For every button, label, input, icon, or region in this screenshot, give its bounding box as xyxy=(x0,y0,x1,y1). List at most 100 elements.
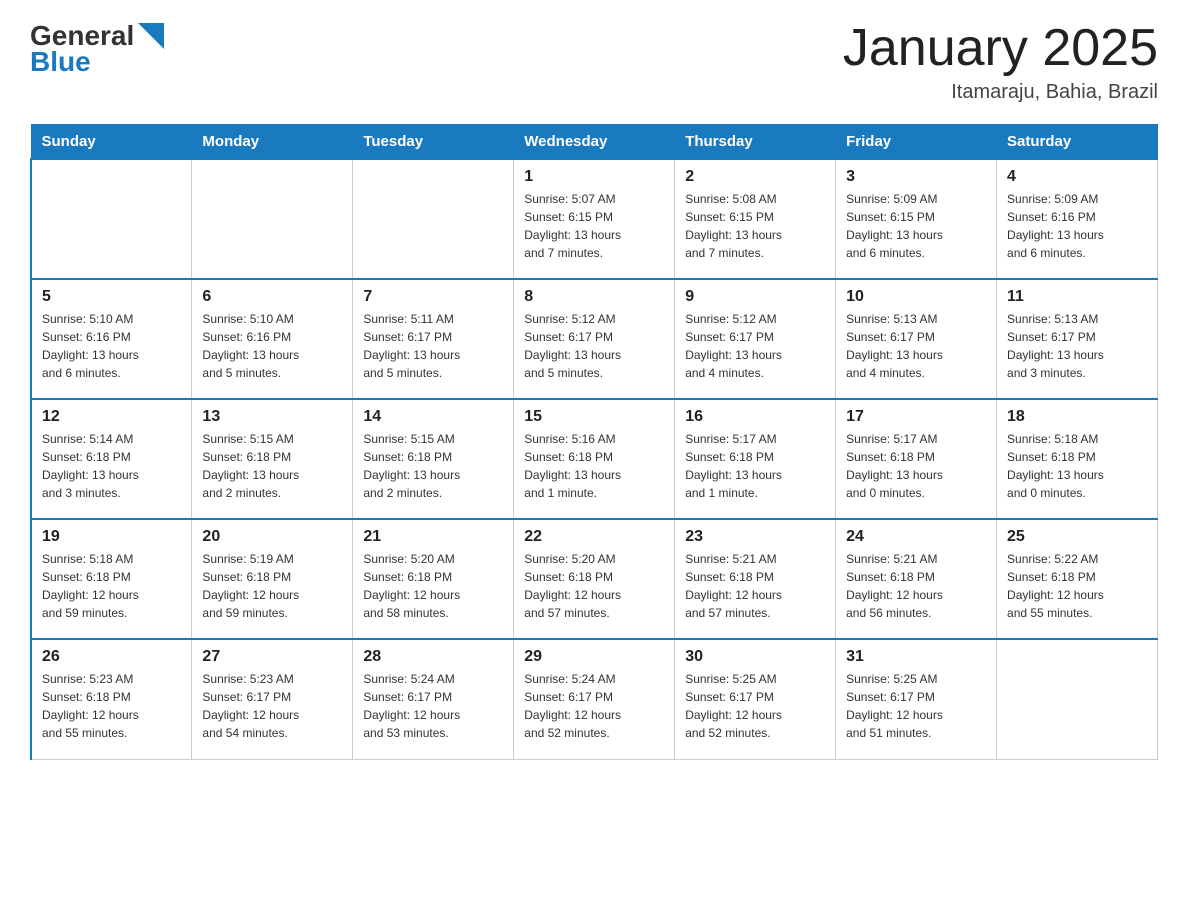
calendar-cell: 12Sunrise: 5:14 AM Sunset: 6:18 PM Dayli… xyxy=(31,399,192,519)
header-monday: Monday xyxy=(192,125,353,160)
calendar-cell: 19Sunrise: 5:18 AM Sunset: 6:18 PM Dayli… xyxy=(31,519,192,639)
calendar-table: SundayMondayTuesdayWednesdayThursdayFrid… xyxy=(30,124,1158,760)
day-info: Sunrise: 5:24 AM Sunset: 6:17 PM Dayligh… xyxy=(524,670,664,742)
calendar-header-row: SundayMondayTuesdayWednesdayThursdayFrid… xyxy=(31,125,1158,160)
day-info: Sunrise: 5:10 AM Sunset: 6:16 PM Dayligh… xyxy=(42,310,181,382)
calendar-cell xyxy=(353,159,514,279)
day-number: 16 xyxy=(685,408,825,426)
calendar-cell: 2Sunrise: 5:08 AM Sunset: 6:15 PM Daylig… xyxy=(675,159,836,279)
calendar-cell xyxy=(192,159,353,279)
day-number: 11 xyxy=(1007,288,1147,306)
day-number: 5 xyxy=(42,288,181,306)
day-info: Sunrise: 5:13 AM Sunset: 6:17 PM Dayligh… xyxy=(1007,310,1147,382)
day-number: 30 xyxy=(685,648,825,666)
calendar-cell: 15 Sunrise: 5:16 AM Sunset: 6:18 PM Dayli… xyxy=(514,399,675,519)
day-number: 9 xyxy=(685,288,825,306)
day-number: 8 xyxy=(524,288,664,306)
day-number: 31 xyxy=(846,648,986,666)
day-number: 21 xyxy=(363,528,503,546)
day-number: 29 xyxy=(524,648,664,666)
day-number: 24 xyxy=(846,528,986,546)
calendar-cell: 7Sunrise: 5:11 AM Sunset: 6:17 PM Daylig… xyxy=(353,279,514,399)
day-number: 1 xyxy=(524,168,664,186)
calendar-cell: 23Sunrise: 5:21 AM Sunset: 6:18 PM Dayli… xyxy=(675,519,836,639)
day-info: Sunrise: 5:21 AM Sunset: 6:18 PM Dayligh… xyxy=(846,550,986,622)
calendar-cell: 24 Sunrise: 5:21 AM Sunset: 6:18 PM Dayli… xyxy=(836,519,997,639)
day-info: Sunrise: 5:22 AM Sunset: 6:18 PM Dayligh… xyxy=(1007,550,1147,622)
calendar-cell: 25 Sunrise: 5:22 AM Sunset: 6:18 PM Dayli… xyxy=(997,519,1158,639)
calendar-cell: 30 Sunrise: 5:25 AM Sunset: 6:17 PM Dayli… xyxy=(675,639,836,759)
day-info: Sunrise: 5:16 AM Sunset: 6:18 PM Dayligh… xyxy=(524,430,664,502)
day-number: 10 xyxy=(846,288,986,306)
calendar-cell: 6Sunrise: 5:10 AM Sunset: 6:16 PM Daylig… xyxy=(192,279,353,399)
calendar-cell: 29 Sunrise: 5:24 AM Sunset: 6:17 PM Dayli… xyxy=(514,639,675,759)
calendar-cell xyxy=(997,639,1158,759)
day-info: Sunrise: 5:15 AM Sunset: 6:18 PM Dayligh… xyxy=(363,430,503,502)
day-number: 19 xyxy=(42,528,181,546)
calendar-cell: 10 Sunrise: 5:13 AM Sunset: 6:17 PM Dayli… xyxy=(836,279,997,399)
title-block: January 2025 Itamaraju, Bahia, Brazil xyxy=(843,20,1158,104)
day-info: Sunrise: 5:25 AM Sunset: 6:17 PM Dayligh… xyxy=(685,670,825,742)
calendar-cell: 17 Sunrise: 5:17 AM Sunset: 6:18 PM Dayli… xyxy=(836,399,997,519)
day-number: 12 xyxy=(42,408,181,426)
day-info: Sunrise: 5:24 AM Sunset: 6:17 PM Dayligh… xyxy=(363,670,503,742)
calendar-cell: 13 Sunrise: 5:15 AM Sunset: 6:18 PM Dayli… xyxy=(192,399,353,519)
day-info: Sunrise: 5:07 AM Sunset: 6:15 PM Dayligh… xyxy=(524,190,664,262)
header-friday: Friday xyxy=(836,125,997,160)
calendar-cell: 18Sunrise: 5:18 AM Sunset: 6:18 PM Dayli… xyxy=(997,399,1158,519)
logo-text-blue: Blue xyxy=(30,46,91,78)
header-thursday: Thursday xyxy=(675,125,836,160)
calendar-cell: 26 Sunrise: 5:23 AM Sunset: 6:18 PM Dayli… xyxy=(31,639,192,759)
calendar-title: January 2025 xyxy=(843,20,1158,77)
logo-icon xyxy=(136,21,166,51)
day-info: Sunrise: 5:20 AM Sunset: 6:18 PM Dayligh… xyxy=(524,550,664,622)
day-info: Sunrise: 5:12 AM Sunset: 6:17 PM Dayligh… xyxy=(524,310,664,382)
day-info: Sunrise: 5:10 AM Sunset: 6:16 PM Dayligh… xyxy=(202,310,342,382)
day-info: Sunrise: 5:09 AM Sunset: 6:16 PM Dayligh… xyxy=(1007,190,1147,262)
day-number: 22 xyxy=(524,528,664,546)
calendar-week-row: 19Sunrise: 5:18 AM Sunset: 6:18 PM Dayli… xyxy=(31,519,1158,639)
calendar-cell: 21 Sunrise: 5:20 AM Sunset: 6:18 PM Dayli… xyxy=(353,519,514,639)
day-info: Sunrise: 5:20 AM Sunset: 6:18 PM Dayligh… xyxy=(363,550,503,622)
day-number: 2 xyxy=(685,168,825,186)
calendar-cell xyxy=(31,159,192,279)
calendar-week-row: 26 Sunrise: 5:23 AM Sunset: 6:18 PM Dayli… xyxy=(31,639,1158,759)
calendar-cell: 3 Sunrise: 5:09 AM Sunset: 6:15 PM Daylig… xyxy=(836,159,997,279)
day-info: Sunrise: 5:21 AM Sunset: 6:18 PM Dayligh… xyxy=(685,550,825,622)
day-info: Sunrise: 5:18 AM Sunset: 6:18 PM Dayligh… xyxy=(1007,430,1147,502)
header-wednesday: Wednesday xyxy=(514,125,675,160)
calendar-cell: 22 Sunrise: 5:20 AM Sunset: 6:18 PM Dayli… xyxy=(514,519,675,639)
day-number: 28 xyxy=(363,648,503,666)
calendar-subtitle: Itamaraju, Bahia, Brazil xyxy=(843,81,1158,104)
day-number: 4 xyxy=(1007,168,1147,186)
calendar-cell: 28 Sunrise: 5:24 AM Sunset: 6:17 PM Dayli… xyxy=(353,639,514,759)
calendar-cell: 8 Sunrise: 5:12 AM Sunset: 6:17 PM Daylig… xyxy=(514,279,675,399)
calendar-cell: 9 Sunrise: 5:12 AM Sunset: 6:17 PM Daylig… xyxy=(675,279,836,399)
day-info: Sunrise: 5:23 AM Sunset: 6:18 PM Dayligh… xyxy=(42,670,181,742)
day-info: Sunrise: 5:17 AM Sunset: 6:18 PM Dayligh… xyxy=(685,430,825,502)
day-info: Sunrise: 5:15 AM Sunset: 6:18 PM Dayligh… xyxy=(202,430,342,502)
day-info: Sunrise: 5:17 AM Sunset: 6:18 PM Dayligh… xyxy=(846,430,986,502)
day-number: 27 xyxy=(202,648,342,666)
day-number: 13 xyxy=(202,408,342,426)
day-number: 25 xyxy=(1007,528,1147,546)
calendar-cell: 20Sunrise: 5:19 AM Sunset: 6:18 PM Dayli… xyxy=(192,519,353,639)
calendar-cell: 27Sunrise: 5:23 AM Sunset: 6:17 PM Dayli… xyxy=(192,639,353,759)
calendar-cell: 11 Sunrise: 5:13 AM Sunset: 6:17 PM Dayli… xyxy=(997,279,1158,399)
day-number: 26 xyxy=(42,648,181,666)
day-number: 20 xyxy=(202,528,342,546)
logo: General Blue xyxy=(30,20,166,78)
day-number: 15 xyxy=(524,408,664,426)
day-info: Sunrise: 5:12 AM Sunset: 6:17 PM Dayligh… xyxy=(685,310,825,382)
calendar-week-row: 5 Sunrise: 5:10 AM Sunset: 6:16 PM Daylig… xyxy=(31,279,1158,399)
day-info: Sunrise: 5:25 AM Sunset: 6:17 PM Dayligh… xyxy=(846,670,986,742)
day-info: Sunrise: 5:13 AM Sunset: 6:17 PM Dayligh… xyxy=(846,310,986,382)
calendar-week-row: 12Sunrise: 5:14 AM Sunset: 6:18 PM Dayli… xyxy=(31,399,1158,519)
header-saturday: Saturday xyxy=(997,125,1158,160)
day-info: Sunrise: 5:09 AM Sunset: 6:15 PM Dayligh… xyxy=(846,190,986,262)
calendar-cell: 5 Sunrise: 5:10 AM Sunset: 6:16 PM Daylig… xyxy=(31,279,192,399)
day-number: 17 xyxy=(846,408,986,426)
day-number: 3 xyxy=(846,168,986,186)
header-sunday: Sunday xyxy=(31,125,192,160)
day-info: Sunrise: 5:11 AM Sunset: 6:17 PM Dayligh… xyxy=(363,310,503,382)
